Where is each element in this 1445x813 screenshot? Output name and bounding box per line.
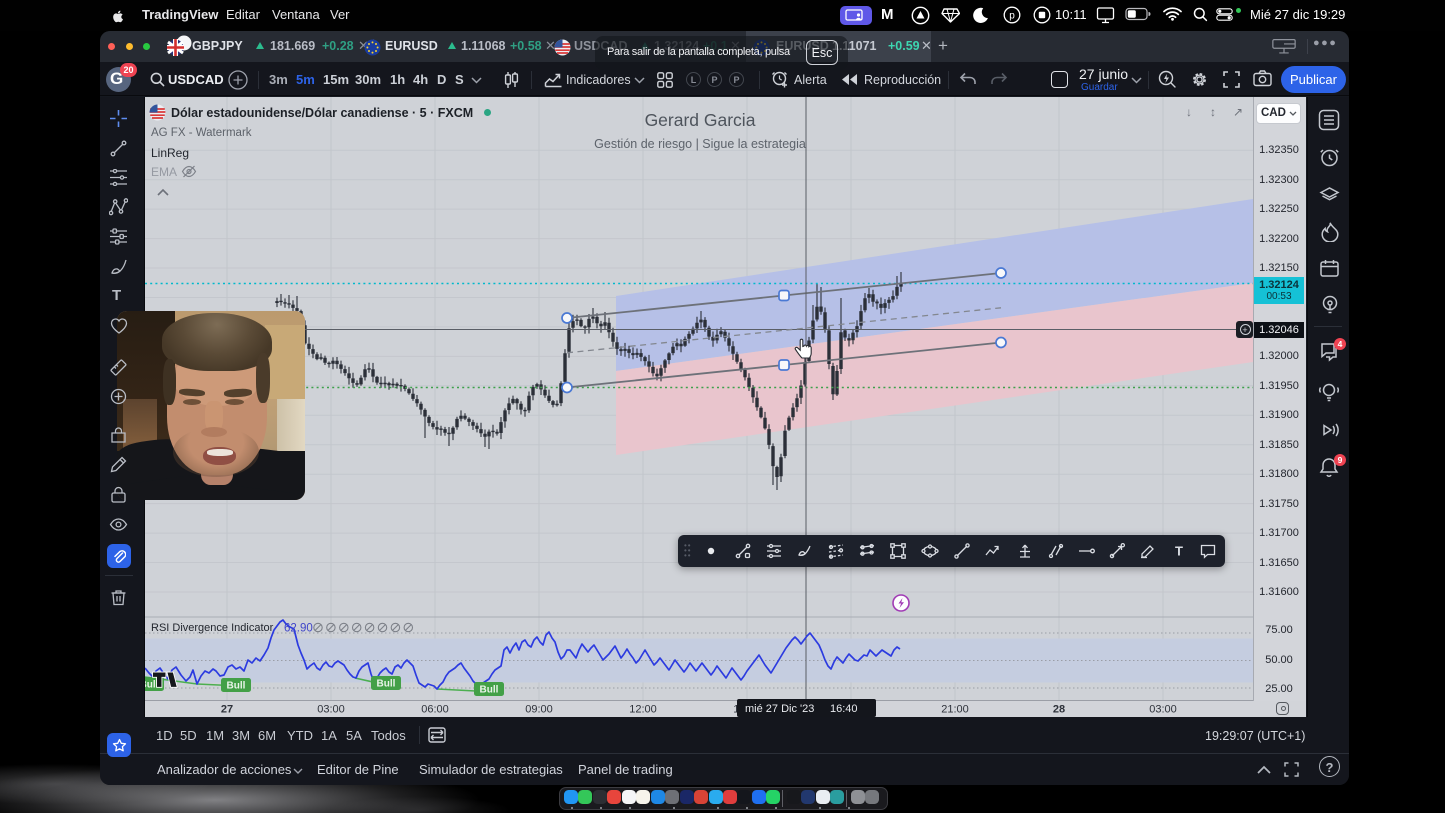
svg-text:28: 28 (1053, 704, 1065, 716)
svg-text:mié 27 Dic '23: mié 27 Dic '23 (745, 703, 814, 715)
svg-text:03:00: 03:00 (1149, 704, 1177, 716)
svg-text:Bull: Bull (480, 685, 499, 696)
svg-text:T: T (1175, 544, 1183, 559)
svg-text:27: 27 (221, 704, 233, 716)
svg-text:62.90: 62.90 (284, 623, 313, 635)
svg-text:p: p (1009, 11, 1015, 22)
svg-text:16:40: 16:40 (830, 703, 858, 715)
svg-text:06:00: 06:00 (421, 704, 449, 716)
svg-text:12:00: 12:00 (629, 704, 657, 716)
svg-text:21:00: 21:00 (941, 704, 969, 716)
svg-text:Bull: Bull (227, 681, 246, 692)
svg-text:03:00: 03:00 (317, 704, 345, 716)
svg-text:RSI Divergence Indicator: RSI Divergence Indicator (151, 622, 274, 634)
svg-text:Bull: Bull (377, 679, 396, 690)
svg-text:09:00: 09:00 (525, 704, 553, 716)
